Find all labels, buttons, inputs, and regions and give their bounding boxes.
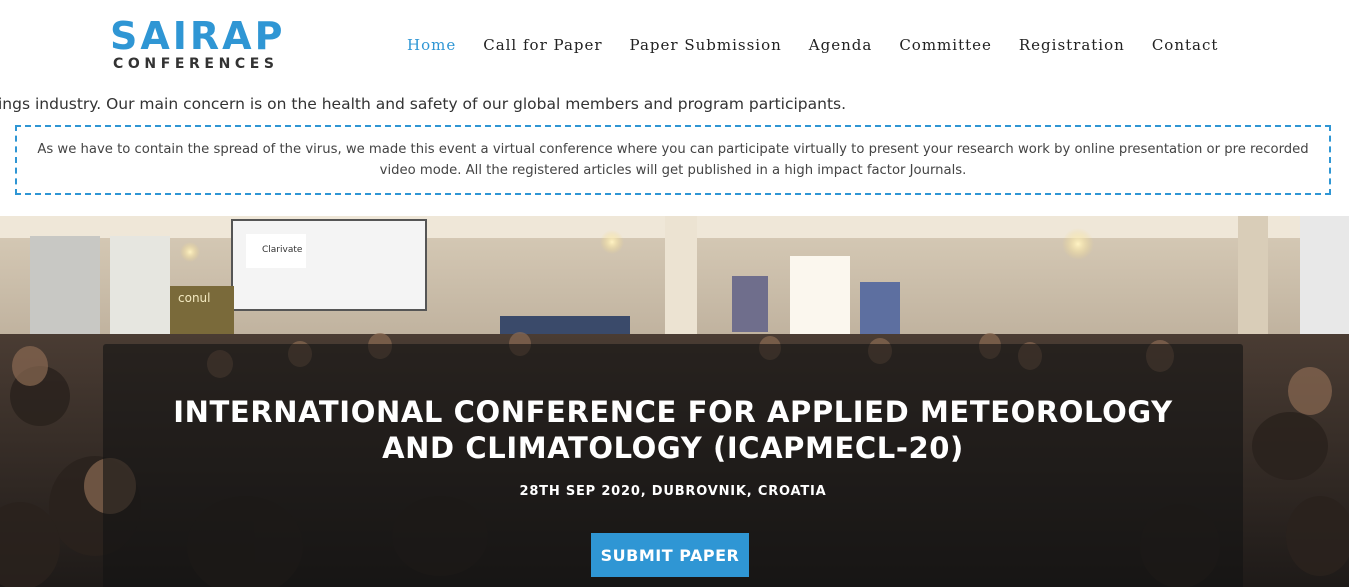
hero-title-line2: AND CLIMATOLOGY (ICAPMECL-20) (382, 431, 964, 465)
nav-contact[interactable]: Contact (1152, 36, 1219, 56)
ticker-text: ings industry. Our main concern is on th… (0, 95, 847, 113)
nav-agenda[interactable]: Agenda (809, 36, 873, 56)
nav-paper-submission[interactable]: Paper Submission (630, 36, 782, 56)
logo-subtitle: CONFERENCES (113, 56, 279, 72)
screen-text: Clarivate (262, 245, 303, 255)
site-logo[interactable]: SAIRAP CONFERENCES (110, 16, 300, 76)
news-ticker: ings industry. Our main concern is on th… (0, 94, 1349, 116)
hero-banner: Clarivate conul INTERNATIONAL CONFERENCE… (0, 216, 1349, 587)
main-nav: Home Call for Paper Paper Submission Age… (407, 36, 1218, 56)
virtual-notice: As we have to contain the spread of the … (15, 125, 1331, 195)
hero-title: INTERNATIONAL CONFERENCE FOR APPLIED MET… (103, 394, 1243, 466)
hero-date: 28TH SEP 2020, DUBROVNIK, CROATIA (519, 484, 827, 499)
nav-home[interactable]: Home (407, 36, 456, 56)
nav-call-for-paper[interactable]: Call for Paper (483, 36, 602, 56)
nav-registration[interactable]: Registration (1019, 36, 1125, 56)
site-header: SAIRAP CONFERENCES Home Call for Paper P… (0, 0, 1349, 90)
hero-title-line1: INTERNATIONAL CONFERENCE FOR APPLIED MET… (173, 395, 1173, 429)
submit-paper-button[interactable]: SUBMIT PAPER (591, 533, 749, 577)
banner-text: conul (178, 291, 210, 305)
logo-wordmark: SAIRAP (110, 14, 286, 58)
notice-text: As we have to contain the spread of the … (37, 142, 1309, 178)
nav-committee[interactable]: Committee (899, 36, 992, 56)
